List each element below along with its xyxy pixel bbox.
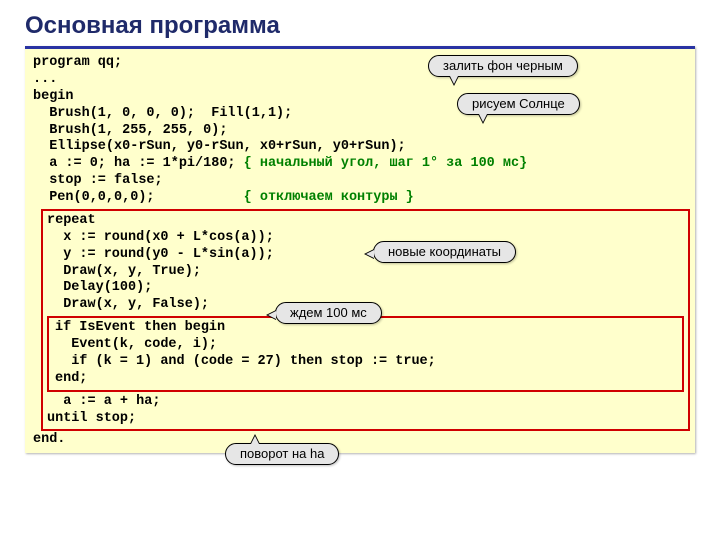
code-line: Draw(x, y, True); [47,264,684,281]
code-line: repeat [47,213,684,230]
callout-delay: ждем 100 мс [275,302,382,324]
code-line: Event(k, code, i); [55,337,676,354]
code-line: begin [33,89,687,106]
code-line: until stop; [47,411,684,428]
code-line: program qq; [33,55,687,72]
callout-new-coords: новые координаты [373,241,516,263]
event-block: if IsEvent then begin Event(k, code, i);… [47,316,684,392]
comment: { отключаем контуры } [244,190,414,205]
callout-draw-sun: рисуем Солнце [457,93,580,115]
code-line: Brush(1, 0, 0, 0); Fill(1,1); [33,106,687,123]
code-line: end; [55,371,676,388]
code-line: stop := false; [33,173,687,190]
callout-fill-background: залить фон черным [428,55,578,77]
callout-rotate: поворот на ha [225,443,339,465]
code-line: Pen(0,0,0,0); { отключаем контуры } [33,190,687,207]
code-line: x := round(x0 + L*cos(a)); [47,230,684,247]
code-line: Delay(100); [47,280,684,297]
code-line: a := a + ha; [47,394,684,411]
code-line: a := 0; ha := 1*pi/180; { начальный угол… [33,156,687,173]
code-line: if (k = 1) and (code = 27) then stop := … [55,354,676,371]
page-title: Основная программа [25,12,695,40]
code-line: end. [33,432,687,449]
code-line: ... [33,72,687,89]
code-panel: program qq; ... begin Brush(1, 0, 0, 0);… [25,46,695,453]
code-line: Ellipse(x0-rSun, y0-rSun, x0+rSun, y0+rS… [33,139,687,156]
comment: { начальный угол, шаг 1° за 100 мс} [244,156,528,171]
code-line: Brush(1, 255, 255, 0); [33,123,687,140]
